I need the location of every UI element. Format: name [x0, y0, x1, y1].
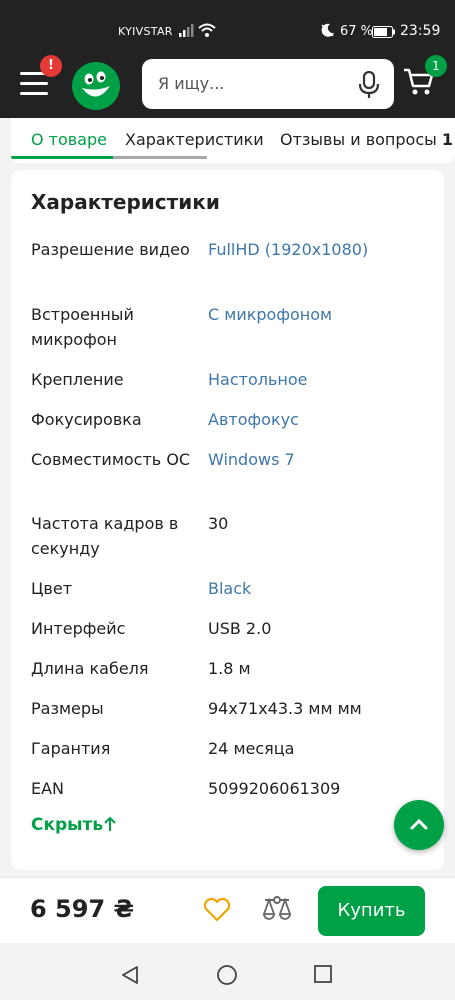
spec-value-link[interactable]: FullHD (1920x1080): [208, 237, 428, 262]
product-price: 6 597 ₴: [30, 895, 135, 923]
scroll-to-top-button[interactable]: [394, 800, 444, 850]
spec-value: 30: [208, 514, 229, 533]
clock: 23:59: [400, 23, 441, 39]
status-bar: KYIVSTAR 67 % 23:59: [0, 0, 455, 55]
tab-indicator: [11, 156, 207, 159]
compare-scales-icon[interactable]: [261, 895, 293, 925]
spec-label: Встроенный микрофон: [31, 305, 134, 349]
system-nav-bar: [0, 943, 455, 1000]
recent-apps-icon[interactable]: [314, 965, 332, 983]
section-title: Характеристики: [31, 190, 220, 214]
spec-label: Интерфейс: [31, 619, 126, 638]
heart-icon[interactable]: [203, 898, 231, 922]
wifi-icon: [198, 23, 216, 37]
tab-reviews-label: Отзывы и вопросы: [280, 130, 437, 149]
spec-label: Частота кадров в секунду: [31, 514, 179, 558]
spec-label: Фокусировка: [31, 410, 142, 429]
spec-label: Гарантия: [31, 739, 111, 758]
cart-count-badge: 1: [425, 55, 447, 77]
search-placeholder: Я ищу...: [158, 74, 225, 93]
characteristics-card: Характеристики Разрешение видео FullHD (…: [11, 170, 444, 870]
hide-link-label: Скрыть: [31, 815, 104, 835]
do-not-disturb-icon: [321, 23, 334, 37]
home-icon[interactable]: [216, 964, 238, 986]
microphone-icon[interactable]: [357, 71, 381, 99]
app-header: ! Я ищу... 1: [0, 55, 455, 118]
hide-characteristics-link[interactable]: Скрыть: [31, 815, 117, 835]
spec-value: 94x71x43.3 мм мм: [208, 699, 362, 718]
spec-value: 5099206061309: [208, 779, 341, 798]
spec-value: 1.8 м: [208, 659, 251, 678]
spec-value-link[interactable]: Windows 7: [208, 447, 428, 472]
spec-label: EAN: [31, 779, 65, 798]
tab-reviews[interactable]: Отзывы и вопросы 1: [280, 130, 453, 149]
spec-value: USB 2.0: [208, 619, 272, 638]
spec-label: Разрешение видео: [31, 240, 190, 259]
spec-value-link[interactable]: Black: [208, 576, 428, 601]
product-tabs: О товаре Характеристики Отзывы и вопросы…: [11, 118, 455, 163]
rozetka-logo-icon[interactable]: [70, 60, 122, 112]
chevron-up-icon: [410, 818, 428, 830]
signal-icon: [179, 24, 194, 37]
carrier-name: KYIVSTAR: [118, 25, 173, 38]
spec-label: Размеры: [31, 699, 104, 718]
spec-value-link[interactable]: С микрофоном: [208, 302, 428, 327]
spec-value: 24 месяца: [208, 739, 295, 758]
tab-about[interactable]: О товаре: [31, 130, 107, 149]
arrow-up-icon: [104, 816, 116, 831]
buy-button[interactable]: Купить: [318, 886, 425, 936]
spec-label: Цвет: [31, 579, 73, 598]
notification-badge: !: [40, 55, 62, 77]
spec-label: Крепление: [31, 370, 124, 389]
buy-bar: 6 597 ₴ Купить: [0, 877, 455, 943]
spec-value-link[interactable]: Настольное: [208, 367, 428, 392]
spec-label: Совместимость ОС: [31, 450, 191, 469]
search-input[interactable]: Я ищу...: [142, 59, 394, 109]
tab-characteristics[interactable]: Характеристики: [125, 130, 264, 149]
back-icon[interactable]: [121, 965, 139, 985]
battery-icon: [372, 26, 395, 38]
battery-percent: 67 %: [340, 24, 374, 39]
tab-reviews-count: 1: [441, 130, 453, 149]
spec-value-link[interactable]: Автофокус: [208, 407, 428, 432]
spec-label: Длина кабеля: [31, 659, 149, 678]
